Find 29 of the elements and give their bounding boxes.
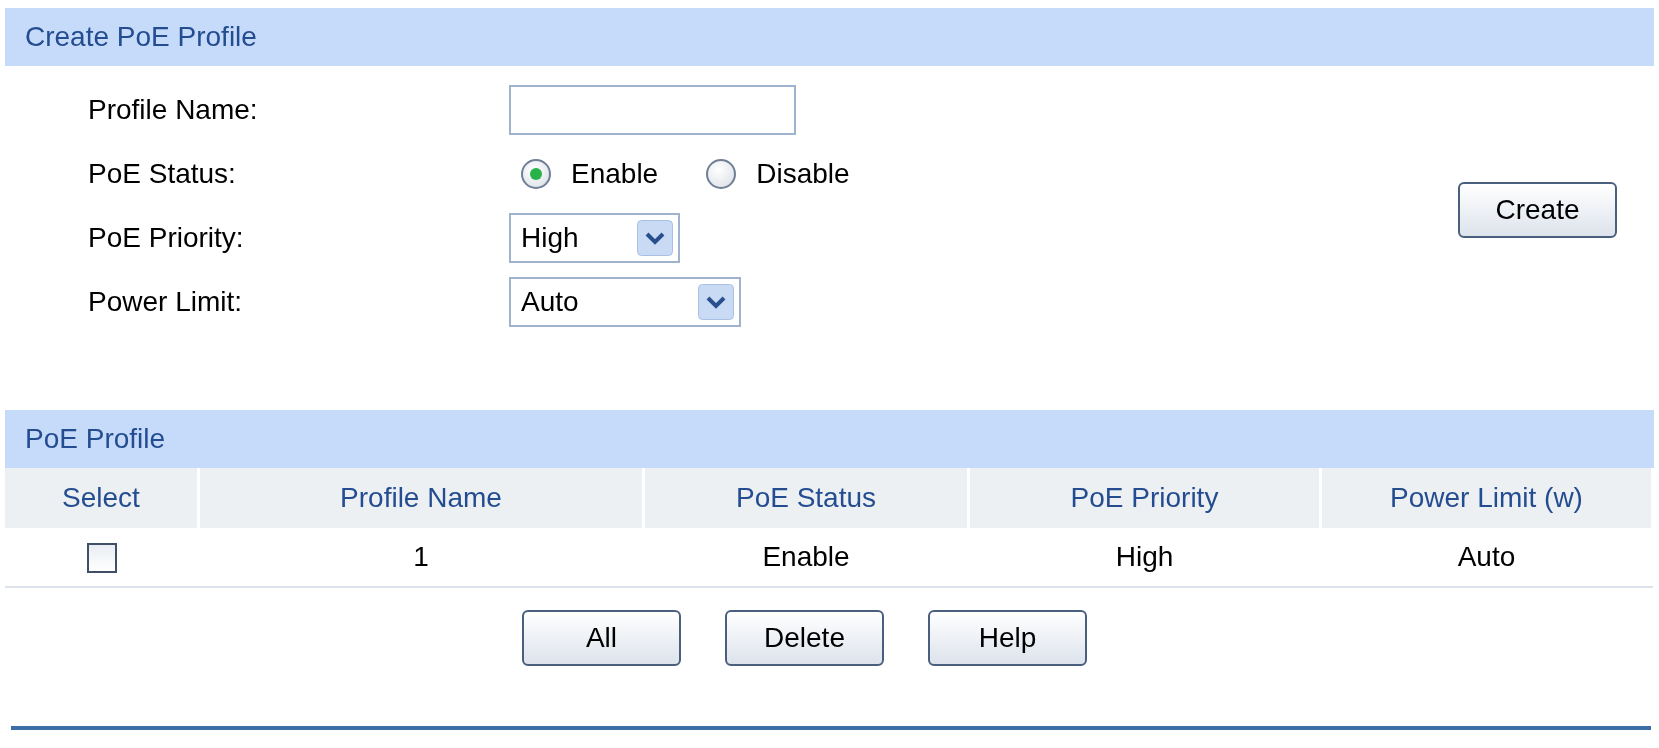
dropdown[interactable]: High [509, 213, 680, 263]
radio-button[interactable] [706, 159, 737, 189]
section-header: PoE Profile [5, 410, 1654, 468]
column-header: PoE Priority [968, 468, 1321, 528]
action-button[interactable]: All [522, 610, 681, 666]
dropdown[interactable]: Auto [509, 277, 741, 327]
field-label: Profile Name: [88, 94, 259, 126]
field-label: Power Limit: [88, 286, 244, 318]
radio-label: Disable [756, 158, 850, 190]
action-button[interactable]: Help [928, 610, 1087, 666]
column-header: Profile Name [198, 468, 644, 528]
table-cell: Enable [643, 528, 969, 587]
radio-button[interactable] [521, 159, 551, 189]
table-cell: High [968, 528, 1321, 587]
column-header: Power Limit (w) [1320, 468, 1653, 528]
table-cell: 1 [198, 528, 644, 587]
action-button[interactable]: Delete [725, 610, 884, 666]
section-header: Create PoE Profile [5, 8, 1654, 66]
column-header: PoE Status [643, 468, 969, 528]
profile-name-field[interactable] [509, 85, 796, 135]
column-header: Select [5, 468, 199, 528]
row-checkbox[interactable] [86, 543, 117, 574]
radio-label: Enable [571, 158, 659, 190]
chevron-down-icon [698, 284, 734, 320]
table-cell: Auto [1320, 528, 1653, 587]
chevron-down-icon [637, 220, 673, 256]
create-button[interactable]: Create [1458, 182, 1617, 238]
field-label: PoE Status: [88, 158, 237, 190]
field-label: PoE Priority: [88, 222, 245, 254]
